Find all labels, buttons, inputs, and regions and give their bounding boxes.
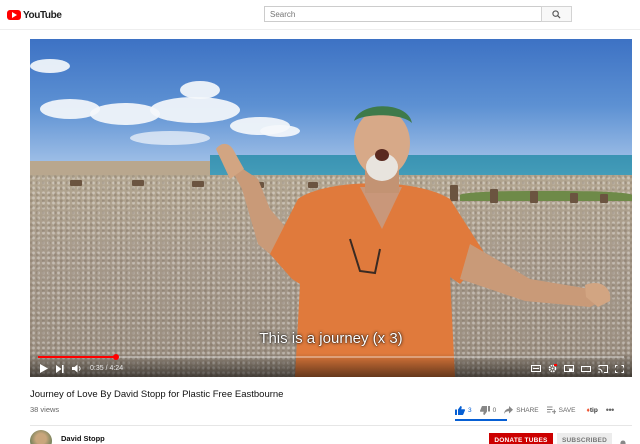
miniplayer-icon bbox=[564, 365, 574, 372]
subtitles-icon bbox=[531, 365, 541, 372]
tip-label: ♦tip bbox=[584, 407, 598, 414]
like-count: 3 bbox=[468, 406, 472, 414]
progress-scrubber[interactable] bbox=[112, 354, 119, 360]
gear-icon bbox=[548, 364, 557, 373]
volume-button[interactable] bbox=[72, 364, 82, 373]
search-input[interactable] bbox=[264, 6, 541, 22]
share-button[interactable]: SHARE bbox=[504, 406, 539, 414]
progress-bar[interactable] bbox=[38, 354, 624, 360]
masthead: YouTube bbox=[0, 0, 640, 30]
time-display: 0:35 / 4:24 bbox=[90, 365, 124, 372]
volume-icon bbox=[72, 364, 81, 373]
channel-avatar[interactable] bbox=[30, 430, 52, 444]
save-button[interactable]: SAVE bbox=[546, 406, 576, 414]
share-label: SHARE bbox=[516, 406, 539, 414]
video-actions: 3 0 SHARE SAVE ♦tip ••• bbox=[455, 404, 622, 416]
dislike-button[interactable]: 0 bbox=[479, 405, 497, 415]
fullscreen-icon bbox=[615, 364, 624, 373]
like-button[interactable]: 3 bbox=[455, 405, 472, 415]
more-horizontal-icon: ••• bbox=[605, 405, 614, 415]
sentiment-bar bbox=[455, 419, 507, 421]
notification-bell-button[interactable] bbox=[619, 436, 627, 444]
sentiment-like-fill bbox=[455, 419, 507, 421]
video-title: Journey of Love By David Stopp for Plast… bbox=[30, 389, 284, 400]
dislike-count: 0 bbox=[492, 406, 497, 414]
search-button[interactable] bbox=[541, 6, 572, 22]
search-bar bbox=[264, 6, 572, 22]
divider bbox=[30, 425, 632, 426]
progress-played bbox=[38, 356, 116, 358]
search-icon bbox=[552, 9, 561, 19]
controls-left: 0:35 / 4:24 bbox=[40, 364, 123, 373]
bell-icon bbox=[620, 440, 626, 444]
play-button[interactable] bbox=[40, 364, 48, 373]
next-button[interactable] bbox=[56, 364, 64, 373]
miniplayer-button[interactable] bbox=[564, 365, 574, 372]
thumbs-down-icon bbox=[479, 405, 490, 415]
view-count: 38 views bbox=[30, 405, 60, 414]
theater-icon bbox=[581, 365, 591, 372]
play-icon bbox=[40, 364, 48, 373]
donate-button[interactable]: DONATE TUBES bbox=[489, 433, 553, 444]
logo-text: YouTube bbox=[23, 9, 62, 21]
cast-button[interactable] bbox=[598, 364, 608, 373]
player-controls: 0:35 / 4:24 bbox=[30, 353, 632, 377]
share-icon bbox=[504, 406, 514, 414]
theater-mode-button[interactable] bbox=[581, 365, 591, 372]
youtube-logo[interactable]: YouTube bbox=[7, 9, 62, 21]
video-player[interactable]: This is a journey (x 3) 0:35 / 4:24 bbox=[30, 39, 632, 377]
fullscreen-button[interactable] bbox=[615, 364, 624, 373]
channel-name[interactable]: David Stopp bbox=[61, 434, 105, 443]
controls-right bbox=[531, 364, 624, 373]
playlist-add-icon bbox=[546, 406, 556, 414]
settings-button[interactable] bbox=[548, 364, 557, 373]
youtube-watch-page: YouTube Search This is a journey (x 3) 0… bbox=[0, 0, 640, 444]
save-label: SAVE bbox=[558, 406, 576, 414]
subtitles-button[interactable] bbox=[531, 365, 541, 372]
thumbs-up-icon bbox=[455, 405, 465, 415]
tip-button[interactable]: ♦tip bbox=[584, 407, 598, 414]
youtube-play-icon bbox=[7, 10, 21, 20]
video-person bbox=[216, 106, 611, 377]
video-caption: This is a journey (x 3) bbox=[259, 330, 403, 347]
next-icon bbox=[56, 364, 64, 373]
more-actions-button[interactable]: ••• bbox=[606, 405, 614, 415]
subscribed-button[interactable]: SUBSCRIBED bbox=[557, 433, 612, 444]
cast-icon bbox=[598, 364, 608, 373]
tip-text: tip bbox=[589, 406, 598, 414]
